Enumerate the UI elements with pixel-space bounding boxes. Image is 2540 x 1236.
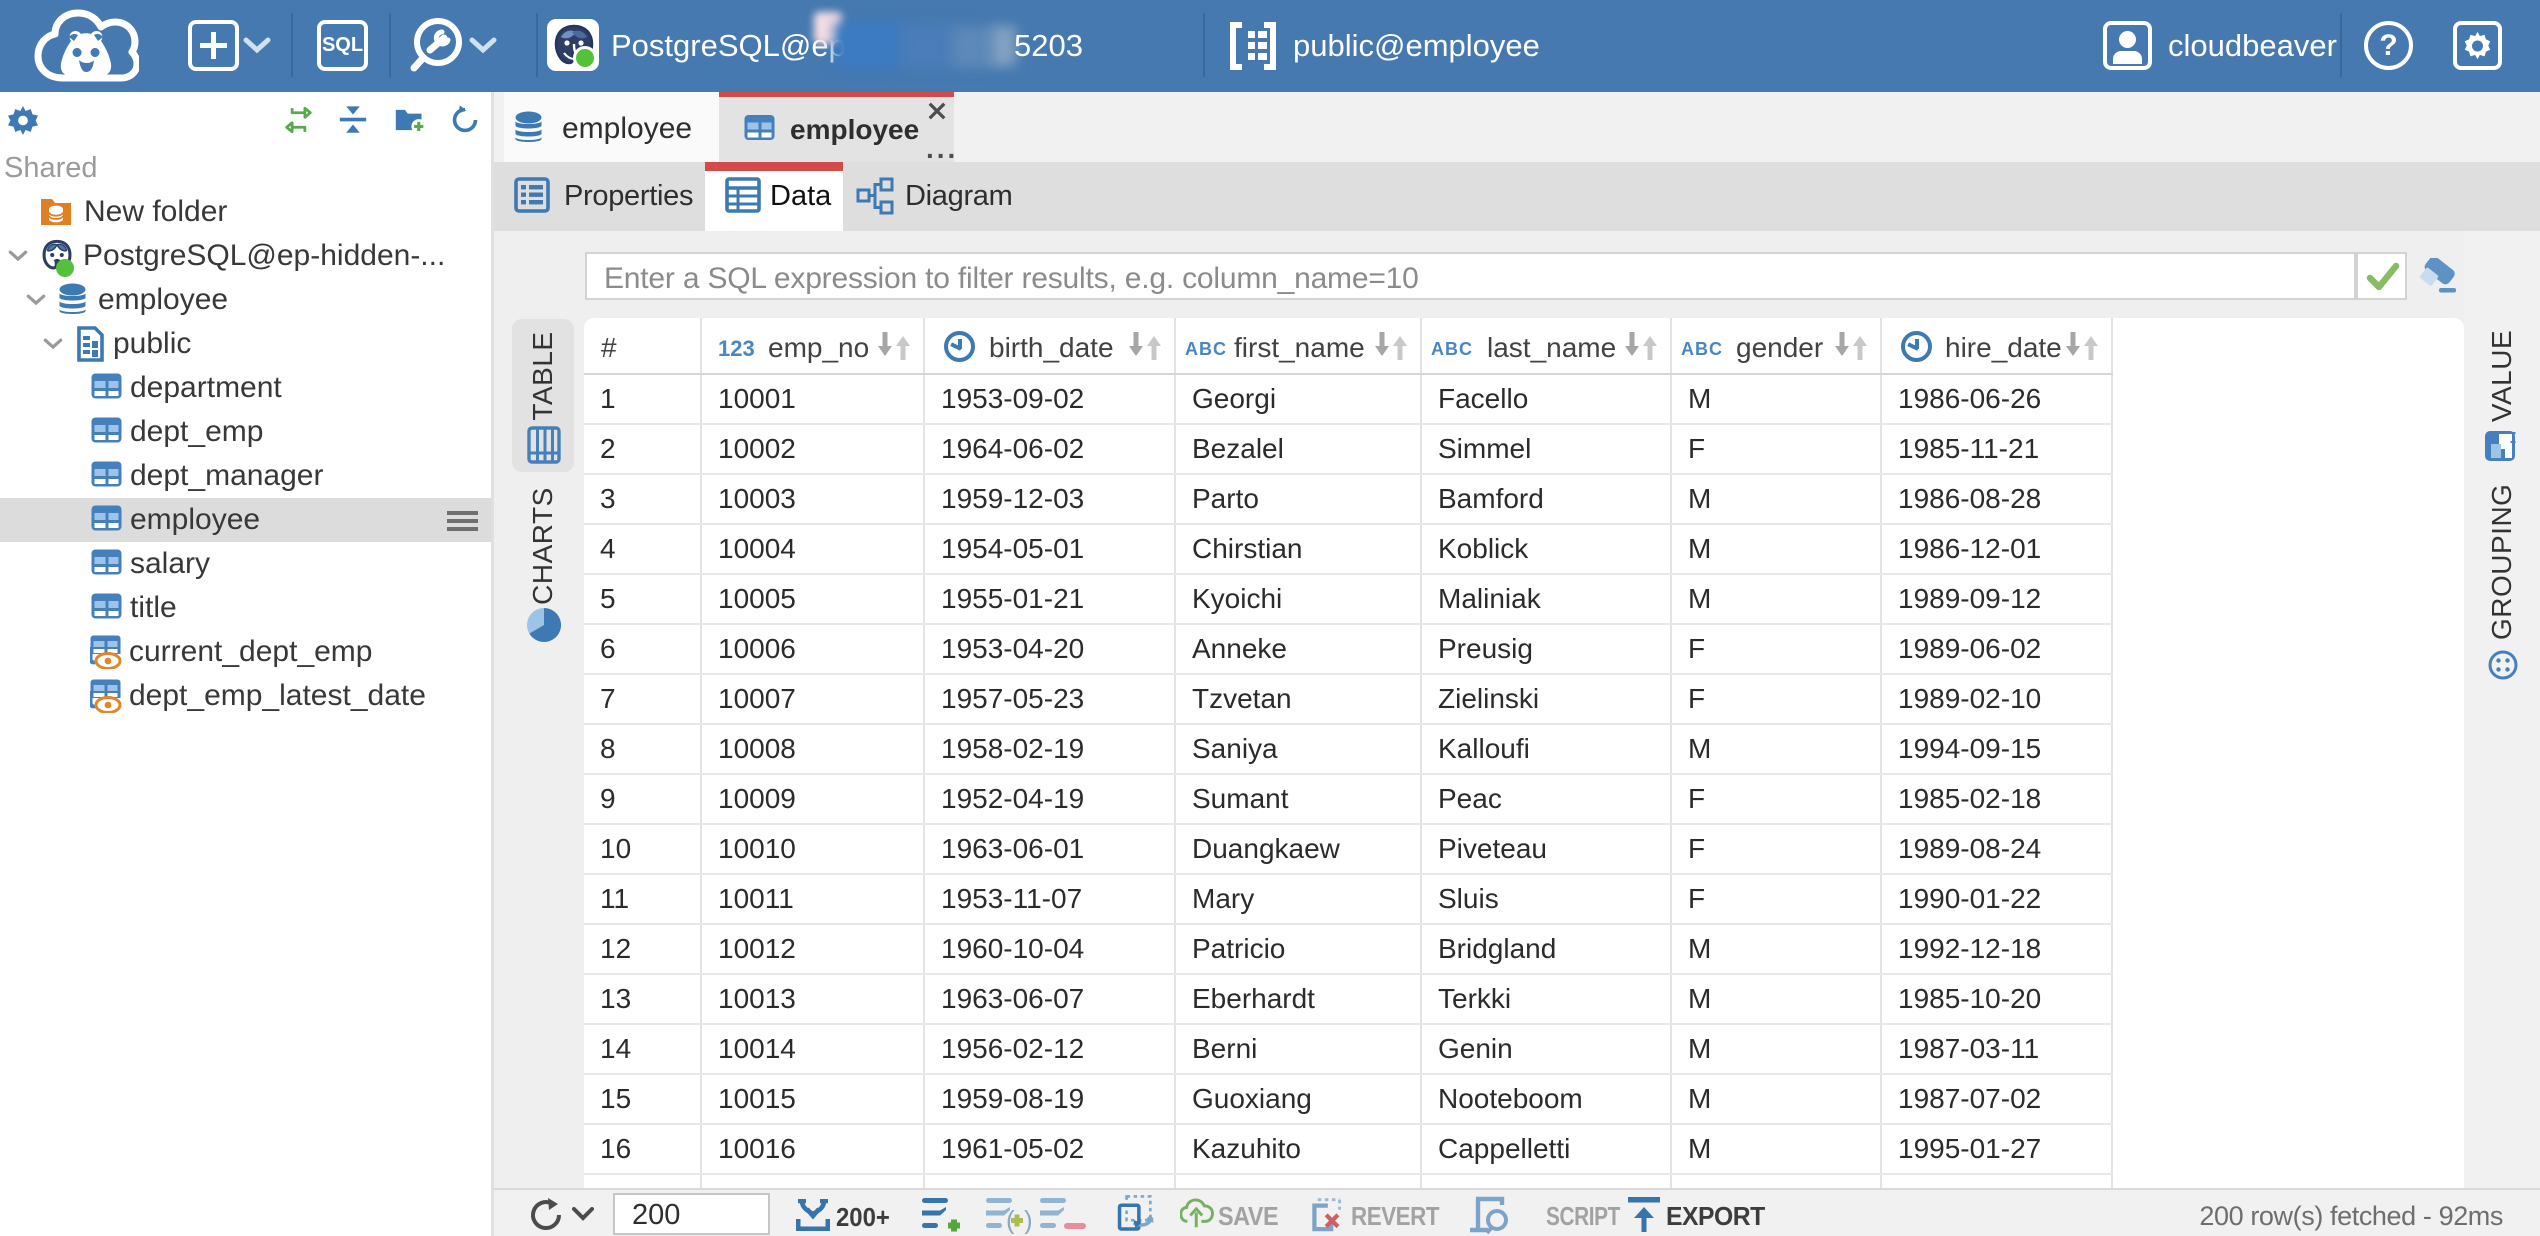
svg-text:): ): [1024, 1205, 1032, 1234]
